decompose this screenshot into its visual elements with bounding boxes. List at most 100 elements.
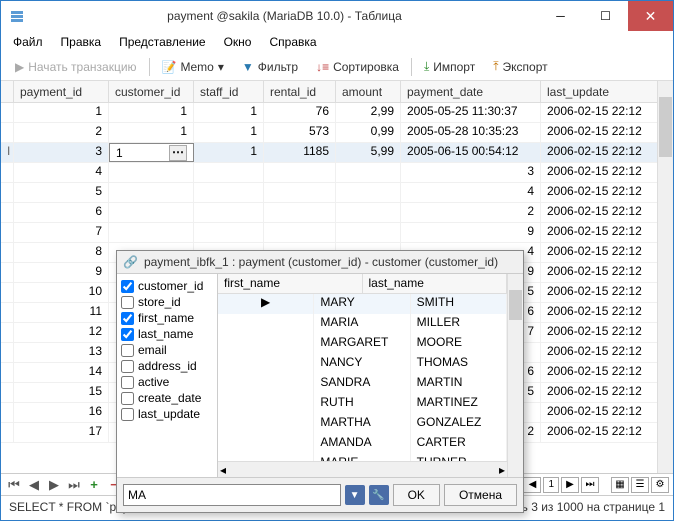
- popup-table-row[interactable]: AMANDACARTER: [218, 434, 507, 454]
- view-form-button[interactable]: ☰: [631, 477, 649, 493]
- checkbox[interactable]: [121, 392, 134, 405]
- popup-table-row[interactable]: NANCYTHOMAS: [218, 354, 507, 374]
- import-button[interactable]: ⤓ Импорт: [418, 57, 481, 76]
- checkbox[interactable]: [121, 408, 134, 421]
- cell-rental-id[interactable]: 76: [264, 103, 336, 122]
- popup-cell-last-name[interactable]: MILLER: [411, 314, 507, 334]
- popup-search-input[interactable]: [123, 484, 341, 506]
- cell-payment-id[interactable]: 14: [14, 363, 109, 382]
- nav-page-next[interactable]: ▶: [561, 477, 579, 493]
- popup-cancel-button[interactable]: Отмена: [444, 484, 517, 506]
- minimize-button[interactable]: ─: [538, 1, 583, 31]
- table-row[interactable]: 2115730,992005-05-28 10:35:232006-02-15 …: [1, 123, 673, 143]
- popup-cell-last-name[interactable]: THOMAS: [411, 354, 507, 374]
- cell-last-update[interactable]: 2006-02-15 22:12: [541, 343, 661, 362]
- cell-rental-id[interactable]: 573: [264, 123, 336, 142]
- cell-payment-id[interactable]: 9: [14, 263, 109, 282]
- column-header-payment-date[interactable]: payment_date: [401, 81, 541, 102]
- column-header-staff-id[interactable]: staff_id: [194, 81, 264, 102]
- popup-vertical-scrollbar[interactable]: [507, 274, 523, 477]
- cell-staff-id[interactable]: 1: [194, 143, 264, 162]
- popup-ok-button[interactable]: OK: [393, 484, 440, 506]
- cell-customer-id[interactable]: [109, 183, 194, 202]
- column-header-payment-id[interactable]: payment_id: [14, 81, 109, 102]
- cell-last-update[interactable]: 2006-02-15 22:12: [541, 143, 661, 162]
- cell-last-update[interactable]: 2006-02-15 22:12: [541, 103, 661, 122]
- cell-last-update[interactable]: 2006-02-15 22:12: [541, 283, 661, 302]
- sort-button[interactable]: ↓≡ Сортировка: [310, 58, 405, 76]
- nav-next[interactable]: ▶: [45, 477, 63, 493]
- cell-last-update[interactable]: 2006-02-15 22:12: [541, 183, 661, 202]
- cell-payment-date[interactable]: 2005-05-28 10:35:23: [401, 123, 541, 142]
- cell-payment-id[interactable]: 2: [14, 123, 109, 142]
- table-row[interactable]: I31⋯111855,992005-06-15 00:54:122006-02-…: [1, 143, 673, 163]
- popup-cell-last-name[interactable]: MARTIN: [411, 374, 507, 394]
- menu-window[interactable]: Окно: [216, 33, 260, 51]
- cell-customer-id[interactable]: 1: [109, 123, 194, 142]
- field-checkbox-create_date[interactable]: create_date: [121, 390, 213, 406]
- popup-cell-first-name[interactable]: RUTH: [314, 394, 410, 414]
- scrollbar-thumb[interactable]: [509, 290, 522, 320]
- cell-staff-id[interactable]: [194, 203, 264, 222]
- scrollbar-thumb[interactable]: [659, 97, 672, 157]
- vertical-scrollbar[interactable]: [657, 81, 673, 473]
- cell-payment-id[interactable]: 17: [14, 423, 109, 442]
- field-checkbox-address_id[interactable]: address_id: [121, 358, 213, 374]
- cell-staff-id[interactable]: [194, 223, 264, 242]
- cell-amount[interactable]: [336, 163, 401, 182]
- popup-table-row[interactable]: SANDRAMARTIN: [218, 374, 507, 394]
- cell-last-update[interactable]: 2006-02-15 22:12: [541, 243, 661, 262]
- cell-staff-id[interactable]: [194, 163, 264, 182]
- popup-cell-last-name[interactable]: MARTINEZ: [411, 394, 507, 414]
- cell-payment-date[interactable]: 3: [401, 163, 541, 182]
- popup-field-list[interactable]: customer_idstore_idfirst_namelast_nameem…: [117, 274, 217, 477]
- table-row[interactable]: 432006-02-15 22:12: [1, 163, 673, 183]
- popup-table-row[interactable]: MARIETURNER: [218, 454, 507, 461]
- cell-payment-date[interactable]: 2005-06-15 00:54:12: [401, 143, 541, 162]
- cell-payment-date[interactable]: 2: [401, 203, 541, 222]
- cell-payment-id[interactable]: 11: [14, 303, 109, 322]
- popup-horizontal-scrollbar[interactable]: ◂ ▸: [218, 461, 507, 477]
- cell-payment-id[interactable]: 16: [14, 403, 109, 422]
- cell-customer-id[interactable]: [109, 223, 194, 242]
- scroll-right-icon[interactable]: ▸: [499, 463, 505, 477]
- field-checkbox-last_name[interactable]: last_name: [121, 326, 213, 342]
- cell-amount[interactable]: 2,99: [336, 103, 401, 122]
- cell-rental-id[interactable]: [264, 203, 336, 222]
- nav-last[interactable]: ⏭: [65, 477, 83, 493]
- cell-last-update[interactable]: 2006-02-15 22:12: [541, 123, 661, 142]
- field-checkbox-email[interactable]: email: [121, 342, 213, 358]
- cell-last-update[interactable]: 2006-02-15 22:12: [541, 363, 661, 382]
- cell-amount[interactable]: 5,99: [336, 143, 401, 162]
- cell-last-update[interactable]: 2006-02-15 22:12: [541, 163, 661, 182]
- maximize-button[interactable]: ☐: [583, 1, 628, 31]
- cell-payment-id[interactable]: 10: [14, 283, 109, 302]
- field-checkbox-active[interactable]: active: [121, 374, 213, 390]
- column-header-amount[interactable]: amount: [336, 81, 401, 102]
- cell-payment-date[interactable]: 2005-05-25 11:30:37: [401, 103, 541, 122]
- popup-cell-first-name[interactable]: NANCY: [314, 354, 410, 374]
- field-checkbox-store_id[interactable]: store_id: [121, 294, 213, 310]
- cell-customer-id[interactable]: [109, 203, 194, 222]
- cell-customer-id[interactable]: 1: [109, 103, 194, 122]
- nav-page-number[interactable]: 1: [543, 477, 559, 493]
- cell-amount[interactable]: [336, 223, 401, 242]
- popup-settings-icon[interactable]: 🔧: [369, 485, 389, 505]
- popup-cell-first-name[interactable]: SANDRA: [314, 374, 410, 394]
- begin-transaction-button[interactable]: ▶ Начать транзакцию: [9, 58, 143, 76]
- cell-payment-id[interactable]: 13: [14, 343, 109, 362]
- column-header-customer-id[interactable]: customer_id: [109, 81, 194, 102]
- nav-first[interactable]: ⏮: [5, 477, 23, 493]
- cell-last-update[interactable]: 2006-02-15 22:12: [541, 203, 661, 222]
- nav-prev[interactable]: ◀: [25, 477, 43, 493]
- cell-payment-id[interactable]: 1: [14, 103, 109, 122]
- field-checkbox-customer_id[interactable]: customer_id: [121, 278, 213, 294]
- cell-last-update[interactable]: 2006-02-15 22:12: [541, 263, 661, 282]
- cell-staff-id[interactable]: [194, 183, 264, 202]
- column-header-last-update[interactable]: last_update: [541, 81, 661, 102]
- cell-amount[interactable]: [336, 203, 401, 222]
- field-checkbox-first_name[interactable]: first_name: [121, 310, 213, 326]
- popup-cell-first-name[interactable]: MARIE: [314, 454, 410, 461]
- cell-payment-id[interactable]: 3: [14, 143, 109, 162]
- checkbox[interactable]: [121, 280, 134, 293]
